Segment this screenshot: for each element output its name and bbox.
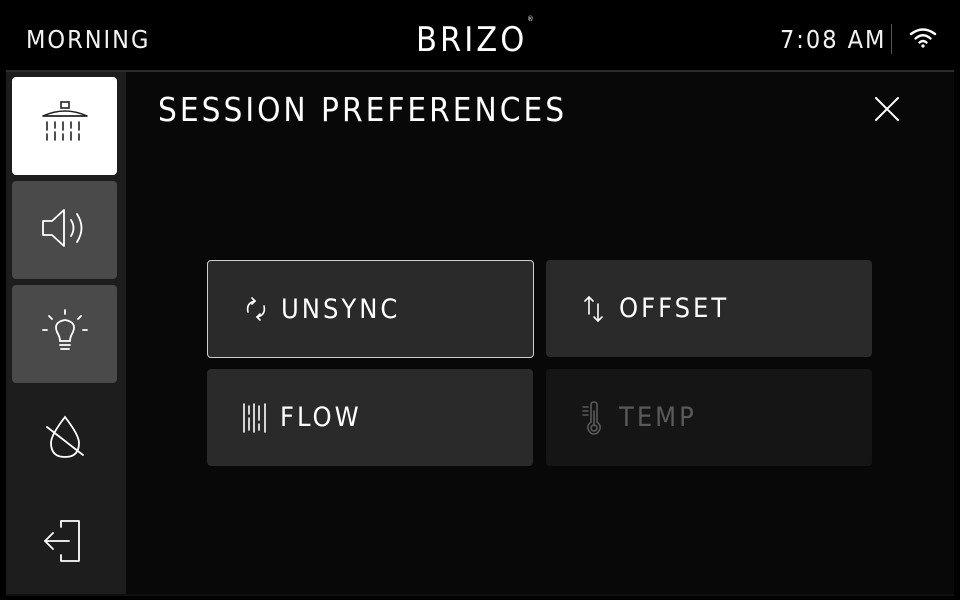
- preferences-panel: SESSION PREFERENCES UNSYNC OFFSET FLOW T…: [126, 72, 954, 594]
- flow-bars-icon: [242, 401, 268, 435]
- offset-arrows-icon: [581, 292, 607, 326]
- sidebar-item-exit[interactable]: [12, 494, 117, 592]
- close-icon: [872, 97, 902, 128]
- temp-label: TEMP: [619, 402, 697, 433]
- brand-logo: BRIZO®: [416, 14, 537, 60]
- sidebar-item-light[interactable]: [12, 285, 117, 383]
- sidebar-item-water[interactable]: [12, 390, 117, 488]
- offset-button[interactable]: OFFSET: [546, 260, 872, 357]
- page-title: SESSION PREFERENCES: [158, 90, 568, 129]
- sidebar: [6, 72, 126, 594]
- thermometer-icon: [581, 400, 607, 435]
- sync-icon: [243, 292, 269, 326]
- clock: 7:08 AM: [780, 25, 887, 54]
- status-bar: MORNING BRIZO® 7:08 AM: [0, 0, 960, 70]
- unsync-label: UNSYNC: [281, 293, 401, 325]
- unsync-button[interactable]: UNSYNC: [207, 260, 534, 358]
- water-off-icon: [39, 413, 91, 465]
- offset-label: OFFSET: [619, 293, 730, 324]
- close-button[interactable]: [872, 94, 902, 124]
- speaker-icon: [39, 204, 91, 256]
- lightbulb-icon: [39, 308, 91, 360]
- temp-button[interactable]: TEMP: [546, 369, 872, 466]
- sidebar-item-shower[interactable]: [12, 77, 117, 175]
- sidebar-item-sound[interactable]: [12, 181, 117, 279]
- exit-icon: [39, 517, 91, 569]
- flow-button[interactable]: FLOW: [207, 369, 533, 466]
- wifi-icon: [908, 26, 938, 54]
- shower-head-icon: [39, 100, 91, 152]
- status-divider: [891, 24, 892, 54]
- flow-label: FLOW: [280, 402, 362, 433]
- mode-label: MORNING: [26, 25, 151, 54]
